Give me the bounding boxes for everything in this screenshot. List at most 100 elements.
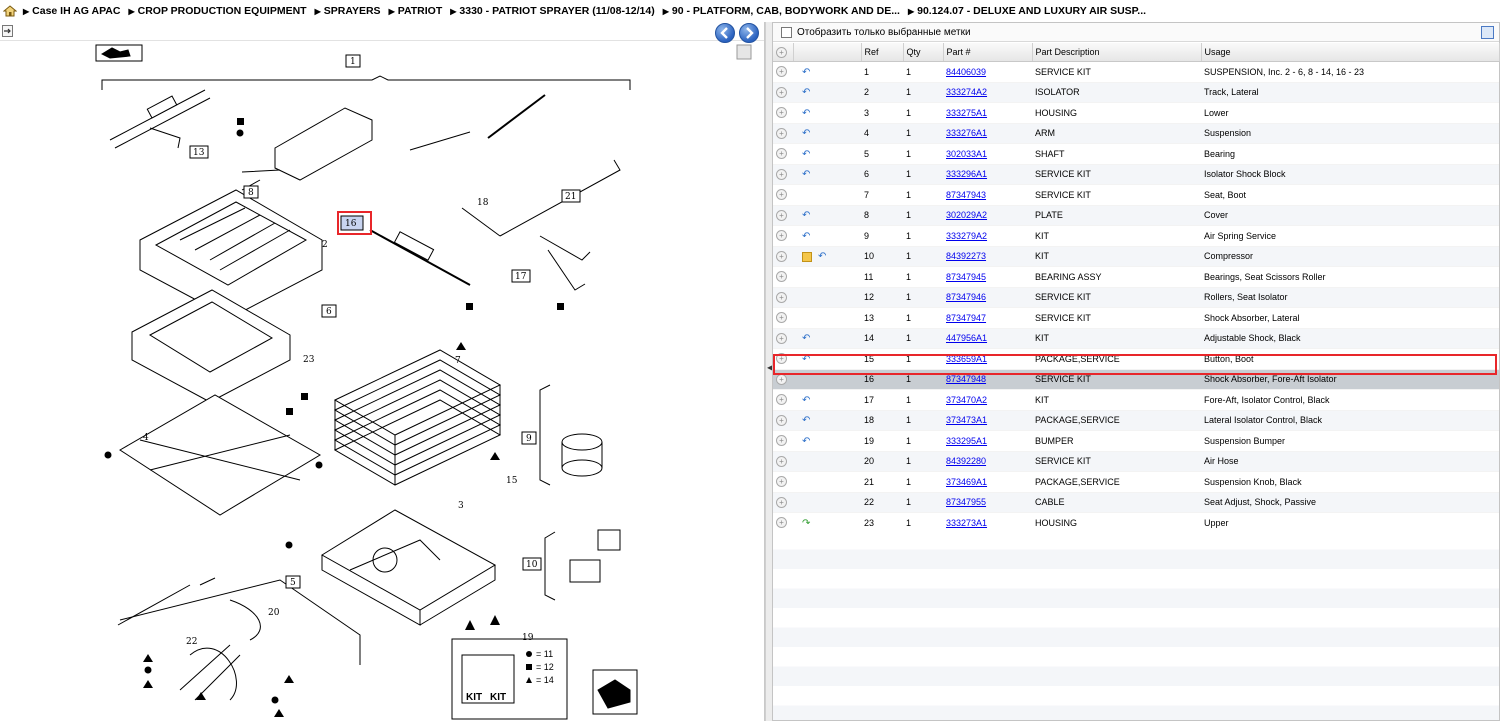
expand-row-icon[interactable]: + bbox=[776, 86, 787, 98]
part-number-link[interactable]: 333276A1 bbox=[946, 128, 987, 138]
expand-row-icon[interactable]: + bbox=[776, 127, 787, 139]
part-number-link[interactable]: 84392273 bbox=[946, 251, 986, 261]
part-number-link[interactable]: 302029A2 bbox=[946, 210, 987, 220]
part-number-link[interactable]: 87347943 bbox=[946, 190, 986, 200]
return-icon[interactable]: ↶ bbox=[802, 149, 812, 159]
row-expand-cell[interactable]: + bbox=[773, 287, 793, 308]
table-row[interactable]: +11 1 87347945 BEARING ASSY Bearings, Seat S… bbox=[773, 266, 1499, 288]
callout-18[interactable]: 18 bbox=[477, 198, 489, 208]
column-usage[interactable]: Usage bbox=[1201, 43, 1500, 62]
table-row[interactable]: + ↶ 14 1 447956A1 KIT Adjustable Shock, Black bbox=[773, 328, 1499, 349]
callout-1[interactable]: 1 bbox=[345, 54, 361, 68]
breadcrumb-item[interactable]: ▶ CROP PRODUCTION EQUIPMENT bbox=[128, 5, 306, 17]
expand-all-column[interactable]: + bbox=[773, 43, 794, 62]
part-number-link[interactable]: 87347945 bbox=[946, 272, 986, 282]
row-expand-cell[interactable]: + bbox=[773, 430, 793, 452]
row-expand-cell[interactable]: + bbox=[773, 61, 793, 83]
table-row[interactable]: +12 1 87347946 SERVICE KIT Rollers, Seat Iso… bbox=[773, 287, 1499, 308]
part-number-link[interactable]: 87347955 bbox=[946, 497, 986, 507]
expand-row-icon[interactable]: + bbox=[776, 230, 787, 242]
breadcrumb-item[interactable]: ▶ Case IH AG APAC bbox=[23, 5, 120, 17]
return-icon[interactable]: ↶ bbox=[802, 67, 812, 77]
breadcrumb-item[interactable]: ▶ 3330 - PATRIOT SPRAYER (11/08-12/14) bbox=[450, 5, 654, 17]
return-icon[interactable]: ↶ bbox=[802, 88, 812, 98]
callout-19[interactable]: 19 bbox=[522, 633, 534, 643]
callout-20[interactable]: 20 bbox=[268, 608, 280, 618]
table-row[interactable]: + ↶ 17 1 373470A2 KIT Fore-Aft, Isolator Contr… bbox=[773, 389, 1499, 411]
part-number-link[interactable]: 373473A1 bbox=[946, 415, 987, 425]
callout-17[interactable]: 17 bbox=[511, 269, 531, 283]
callout-22[interactable]: 22 bbox=[186, 637, 197, 647]
table-row[interactable]: + ↶ 18 1 373473A1 PACKAGE,SERVICE Lateral Isol… bbox=[773, 410, 1499, 431]
callout-4[interactable]: 4 bbox=[143, 433, 149, 443]
expand-row-icon[interactable]: + bbox=[776, 66, 787, 78]
part-number-link[interactable]: 333274A2 bbox=[946, 87, 987, 97]
callout-23[interactable]: 23 bbox=[303, 355, 315, 365]
table-row[interactable]: + ↶ 4 1 333276A1 ARM Suspension bbox=[773, 123, 1499, 144]
part-number-link[interactable]: 302033A1 bbox=[946, 149, 987, 159]
table-row[interactable]: + ↶ 5 1 302033A1 SHAFT Bearing bbox=[773, 143, 1499, 165]
expand-row-icon[interactable]: + bbox=[776, 435, 787, 447]
table-row[interactable]: +21 1 373469A1 PACKAGE,SERVICE Suspension Kn… bbox=[773, 471, 1499, 493]
row-expand-cell[interactable]: + bbox=[773, 307, 793, 329]
expand-row-icon[interactable]: + bbox=[776, 496, 787, 508]
return-icon[interactable]: ↶ bbox=[802, 129, 812, 139]
row-expand-cell[interactable]: + bbox=[773, 82, 793, 103]
part-number-link[interactable]: 333296A1 bbox=[946, 169, 987, 179]
part-number-link[interactable]: 333659A1 bbox=[946, 354, 987, 364]
column-part-number[interactable]: Part # bbox=[943, 43, 1033, 62]
column-qty[interactable]: Qty bbox=[903, 43, 944, 62]
part-number-link[interactable]: 87347948 bbox=[946, 374, 986, 384]
return-icon[interactable]: ↶ bbox=[802, 395, 812, 405]
table-row[interactable]: + ↶ 15 1 333659A1 PACKAGE,SERVICE Button, Boot bbox=[773, 348, 1499, 370]
expand-row-icon[interactable]: + bbox=[776, 168, 787, 180]
row-expand-cell[interactable]: + bbox=[773, 410, 793, 431]
callout-5[interactable]: 5 bbox=[285, 575, 301, 589]
callout-9[interactable]: 9 bbox=[521, 431, 537, 445]
row-expand-cell[interactable]: + bbox=[773, 205, 793, 226]
table-row[interactable]: + ↶ 8 1 302029A2 PLATE Cover bbox=[773, 205, 1499, 226]
expand-row-icon[interactable]: + bbox=[776, 517, 787, 529]
expand-row-icon[interactable]: + bbox=[776, 373, 787, 385]
table-row[interactable]: + ↶ 9 1 333279A2 KIT Air Spring Service bbox=[773, 225, 1499, 247]
forward-icon[interactable]: ↷ bbox=[802, 518, 812, 528]
return-icon[interactable]: ↶ bbox=[802, 231, 812, 241]
row-expand-cell[interactable]: + bbox=[773, 143, 793, 165]
return-icon[interactable]: ↶ bbox=[802, 170, 812, 180]
table-row[interactable]: + ↶ 6 1 333296A1 SERVICE KIT Isolator Shock Bl… bbox=[773, 164, 1499, 185]
table-row[interactable]: +22 1 87347955 CABLE Seat Adjust, Shock, Pas… bbox=[773, 492, 1499, 513]
return-icon[interactable]: ↶ bbox=[802, 436, 812, 446]
row-expand-cell[interactable]: + bbox=[773, 348, 793, 370]
callout-8[interactable]: 8 bbox=[243, 185, 259, 199]
row-expand-cell[interactable]: + bbox=[773, 492, 793, 513]
part-number-link[interactable]: 333273A1 bbox=[946, 518, 987, 528]
return-icon[interactable]: ↶ bbox=[802, 334, 812, 344]
part-number-link[interactable]: 333279A2 bbox=[946, 231, 987, 241]
expand-all-icon[interactable]: + bbox=[776, 46, 787, 58]
part-number-link[interactable]: 84392280 bbox=[946, 456, 986, 466]
row-expand-cell[interactable]: + bbox=[773, 389, 793, 411]
table-row[interactable]: + ↶ 3 1 333275A1 HOUSING Lower bbox=[773, 102, 1499, 124]
table-row[interactable]: + ↶ 1 1 84406039 SERVICE KIT SUSPENSION, Inc. … bbox=[773, 61, 1499, 83]
expand-row-icon[interactable]: + bbox=[776, 250, 787, 262]
breadcrumb-item[interactable]: ▶ 90 - PLATFORM, CAB, BODYWORK AND DE... bbox=[663, 5, 900, 17]
callout-3[interactable]: 3 bbox=[458, 501, 464, 511]
expand-row-icon[interactable]: + bbox=[776, 353, 787, 365]
callout-16[interactable]: 16 bbox=[337, 211, 372, 235]
part-number-link[interactable]: 333275A1 bbox=[946, 108, 987, 118]
breadcrumb-item[interactable]: ▶ PATRIOT bbox=[389, 5, 443, 17]
row-expand-cell[interactable]: + bbox=[773, 184, 793, 206]
expand-row-icon[interactable]: + bbox=[776, 414, 787, 426]
expand-row-icon[interactable]: + bbox=[776, 332, 787, 344]
grid-view-icon[interactable] bbox=[1481, 26, 1494, 39]
zoom-box-icon[interactable] bbox=[736, 44, 752, 60]
expand-row-icon[interactable]: + bbox=[776, 312, 787, 324]
table-row[interactable]: +20 1 84392280 SERVICE KIT Air Hose bbox=[773, 451, 1499, 472]
row-expand-cell[interactable]: + bbox=[773, 451, 793, 472]
expand-row-icon[interactable]: + bbox=[776, 189, 787, 201]
column-part-description[interactable]: Part Description bbox=[1032, 43, 1202, 62]
return-icon[interactable]: ↶ bbox=[818, 252, 828, 262]
expand-row-icon[interactable]: + bbox=[776, 455, 787, 467]
table-row[interactable]: +7 1 87347943 SERVICE KIT Seat, Boot bbox=[773, 184, 1499, 206]
table-row[interactable]: + ↶ 2 1 333274A2 ISOLATOR Track, Lateral bbox=[773, 82, 1499, 103]
